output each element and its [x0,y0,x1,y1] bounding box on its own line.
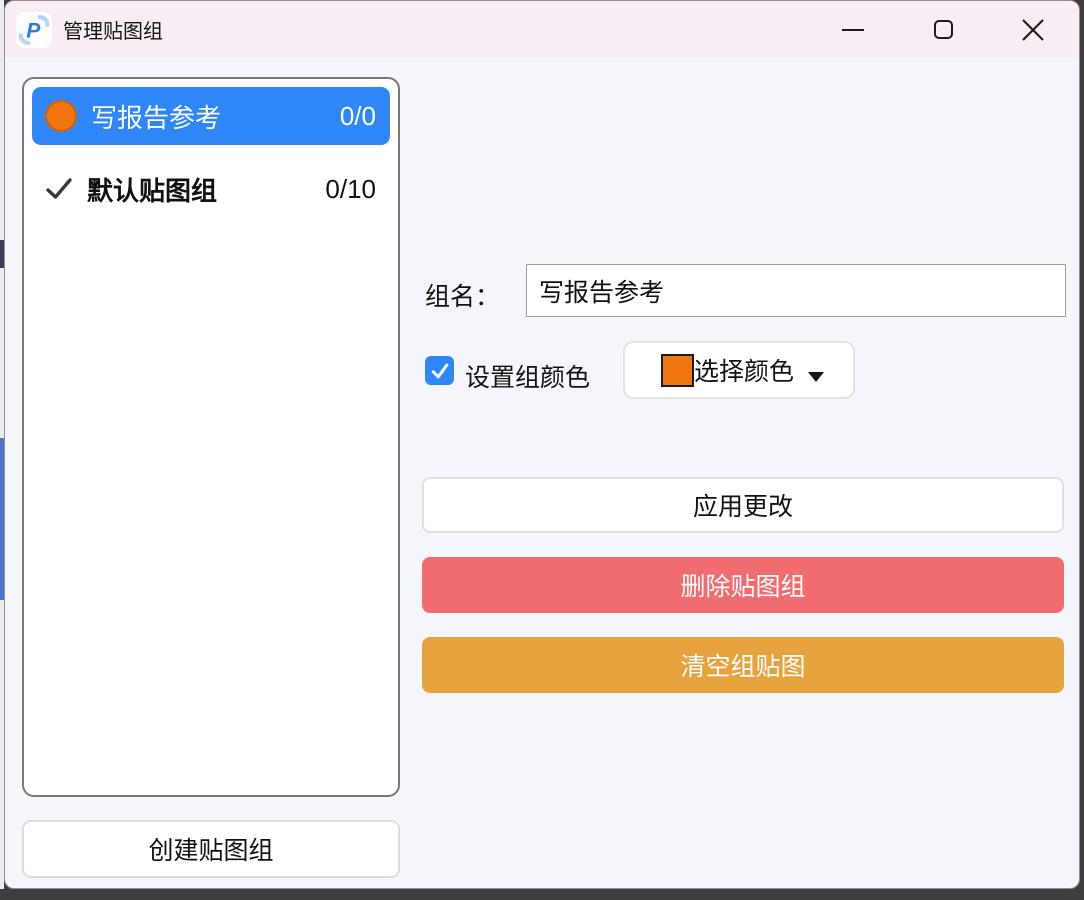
group-name-label: 组名： [425,277,500,313]
choose-color-label: 选择颜色 [694,352,794,388]
group-count: 0/10 [325,174,376,205]
group-count: 0/0 [340,101,376,132]
apply-changes-button[interactable]: 应用更改 [422,477,1064,533]
minimize-button[interactable] [829,8,877,52]
group-color-circle-icon [45,100,77,132]
group-list-panel: 写报告参考 0/0 默认贴图组 0/10 [22,77,400,797]
maximize-icon [934,20,953,39]
chevron-down-icon [808,372,824,382]
pixpin-logo-icon: P [15,11,53,49]
checkmark-icon [45,176,73,202]
group-name-input[interactable] [526,264,1066,317]
maximize-button[interactable] [919,8,967,52]
minimize-icon [842,29,864,31]
set-color-checkbox[interactable] [425,356,454,385]
close-icon [1021,18,1045,42]
group-list-item-selected[interactable]: 写报告参考 0/0 [32,87,390,145]
clear-group-button[interactable]: 清空组贴图 [422,637,1064,693]
group-name: 写报告参考 [91,98,221,135]
close-button[interactable] [1009,8,1057,52]
manage-pin-groups-dialog: P 管理贴图组 写报告参考 0/0 默认贴图组 0/10 [4,0,1080,889]
check-icon [429,360,451,382]
svg-text:P: P [26,19,40,42]
set-color-label: 设置组颜色 [465,358,590,394]
window-title: 管理贴图组 [63,15,163,44]
choose-color-dropdown[interactable]: 选择颜色 [623,341,855,399]
titlebar: P 管理贴图组 [5,1,1079,58]
color-swatch-icon [661,354,694,387]
create-group-button[interactable]: 创建贴图组 [22,820,400,878]
delete-group-button[interactable]: 删除贴图组 [422,557,1064,613]
group-name: 默认贴图组 [87,171,217,208]
group-list-item-default[interactable]: 默认贴图组 0/10 [32,165,390,213]
